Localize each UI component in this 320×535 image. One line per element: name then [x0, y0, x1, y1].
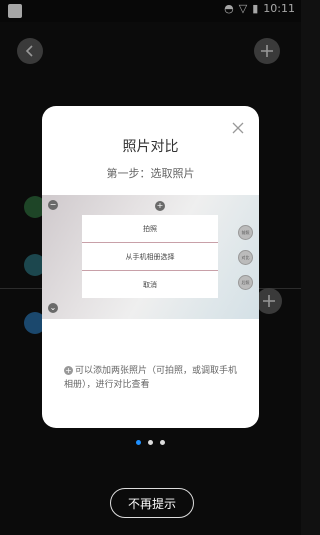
close-button[interactable] [231, 120, 245, 134]
chevron-down-icon: ⌄ [48, 303, 58, 313]
preview-menu: 拍照 从手机相册选择 取消 [82, 215, 218, 298]
pager-indicator [0, 440, 301, 445]
photo-compare-dialog: 照片对比 第一步：选取照片 − + ⌄ 拍照 从手机相册选择 取消 前照 对比 … [42, 106, 259, 428]
minus-icon: − [48, 200, 58, 210]
pager-dot[interactable] [148, 440, 153, 445]
preview-menu-item: 取消 [82, 271, 218, 298]
dont-show-again-button[interactable]: 不再提示 [110, 488, 194, 518]
side-dot: 对比 [238, 250, 253, 265]
side-dot: 后照 [238, 275, 253, 290]
plus-icon: + [155, 201, 165, 211]
preview-menu-item: 从手机相册选择 [82, 243, 218, 271]
hint-text-block: + 可以添加两张照片（可拍照，或调取手机相册），进行对比查看 [64, 364, 244, 392]
tutorial-preview-image: − + ⌄ 拍照 从手机相册选择 取消 前照 对比 后照 [42, 195, 259, 319]
dialog-title: 照片对比 [122, 139, 179, 155]
close-icon [232, 122, 244, 134]
side-dot: 前照 [238, 225, 253, 240]
plus-circle-icon: + [64, 366, 73, 375]
hint-text: 可以添加两张照片（可拍照，或调取手机相册），进行对比查看 [64, 366, 238, 390]
preview-menu-item: 拍照 [82, 215, 218, 243]
pager-dot[interactable] [160, 440, 165, 445]
dialog-subtitle: 第一步：选取照片 [106, 167, 195, 180]
pager-dot-active[interactable] [136, 440, 141, 445]
